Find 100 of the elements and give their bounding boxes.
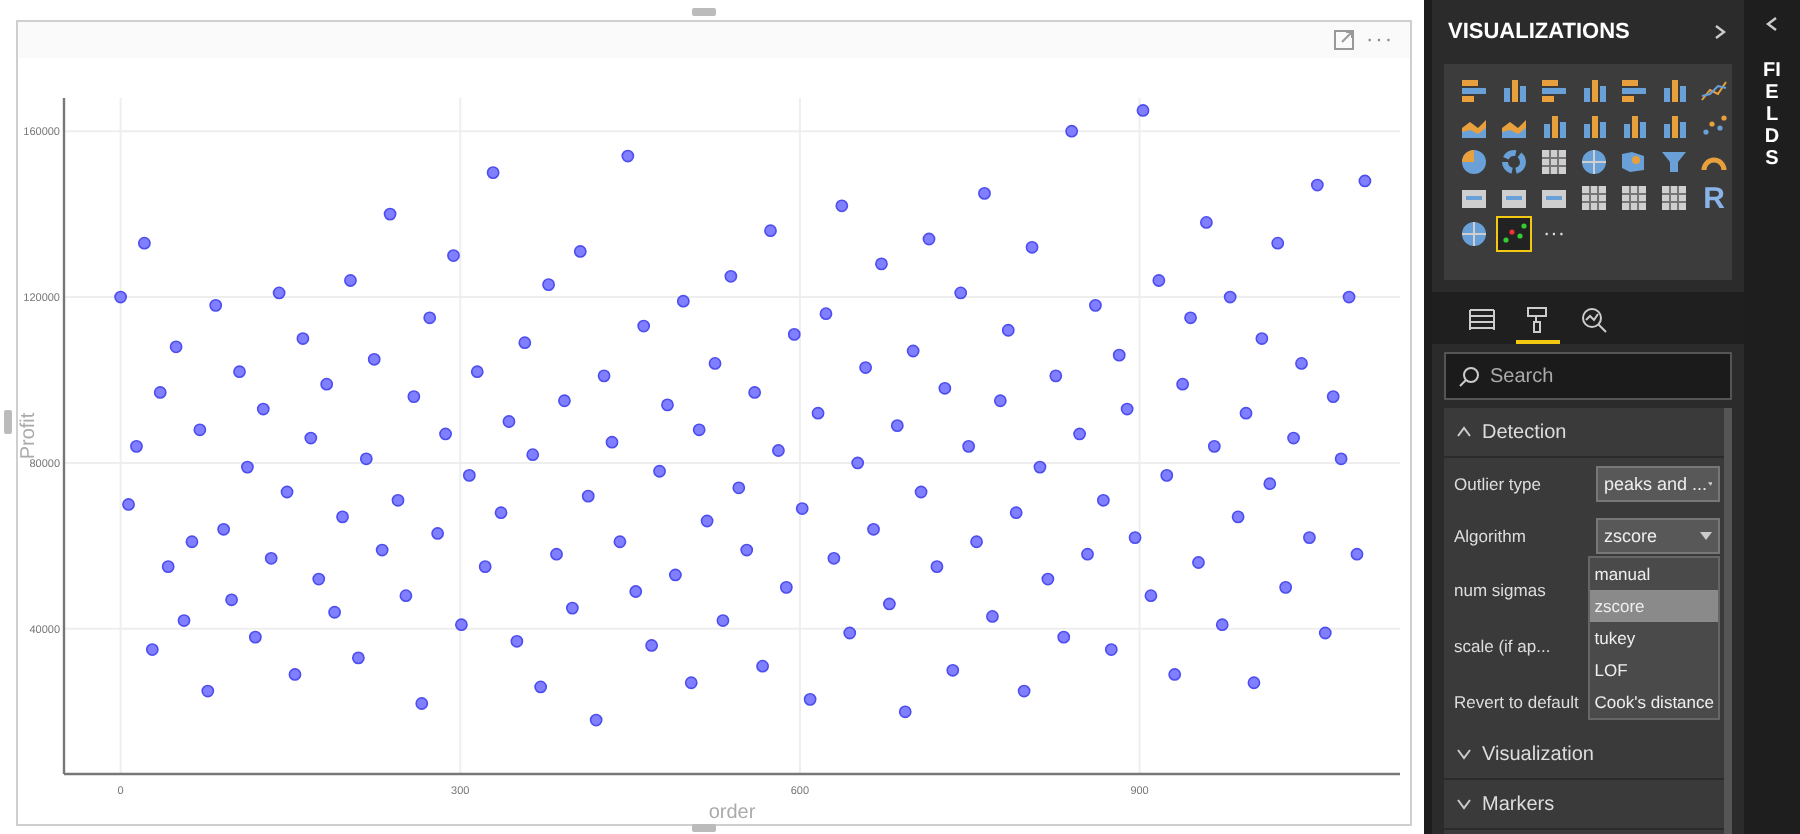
data-point [375, 543, 389, 557]
column-chart-icon[interactable] [1620, 112, 1648, 140]
column-chart-icon[interactable] [1540, 112, 1568, 140]
data-point [930, 560, 944, 574]
column-chart-icon[interactable] [1580, 112, 1608, 140]
data-point [280, 485, 294, 499]
data-point [1057, 630, 1071, 644]
data-point [550, 547, 563, 561]
data-point [993, 394, 1007, 408]
dropdown[interactable]: zscore [1596, 518, 1720, 554]
section-header[interactable]: Visualization [1444, 730, 1724, 780]
table-icon[interactable] [1540, 148, 1568, 176]
fields-pane-title[interactable]: FIELDS [1762, 60, 1782, 170]
data-point [1160, 469, 1174, 482]
menu-option[interactable]: Cook's distance [1590, 686, 1718, 718]
data-point [676, 294, 690, 308]
data-point [843, 626, 857, 640]
card-icon[interactable] [1500, 184, 1528, 212]
search-field[interactable]: Search [1490, 356, 1730, 396]
data-point [478, 560, 492, 574]
data-point [161, 560, 175, 574]
bar-chart-icon[interactable] [1540, 76, 1568, 104]
line-chart-icon[interactable] [1700, 76, 1728, 104]
table-icon[interactable] [1660, 184, 1688, 212]
data-point [1089, 298, 1102, 312]
data-point [970, 535, 983, 549]
setting-label: num sigmas [1454, 580, 1546, 600]
data-point [296, 332, 310, 345]
visual-type-button[interactable]: R [1703, 181, 1725, 215]
menu-option[interactable]: tukey [1590, 622, 1718, 654]
data-point [145, 643, 159, 656]
map-icon[interactable] [1620, 148, 1648, 176]
data-point [415, 697, 429, 710]
menu-option[interactable]: LOF [1590, 654, 1718, 686]
data-point [1112, 348, 1126, 362]
setting-label[interactable]: Revert to default [1454, 692, 1579, 712]
data-point [597, 369, 611, 383]
funnel-icon[interactable] [1660, 148, 1688, 176]
dropdown[interactable]: peaks and ... [1596, 466, 1720, 502]
data-point [922, 232, 936, 246]
data-point [962, 439, 976, 453]
globe-icon[interactable] [1460, 220, 1488, 248]
data-point [1104, 643, 1118, 656]
focus-mode-icon[interactable] [1334, 30, 1354, 50]
bar-chart-icon[interactable] [1460, 76, 1488, 104]
collapse-icon[interactable] [1712, 24, 1728, 40]
expand-icon[interactable] [1764, 16, 1780, 32]
data-point [748, 386, 762, 399]
data-point [177, 614, 191, 627]
more-visuals-button[interactable]: ··· [1543, 222, 1565, 246]
data-point [1073, 427, 1086, 441]
column-chart-icon[interactable] [1500, 76, 1528, 104]
card-icon[interactable] [1540, 184, 1568, 212]
column-chart-icon[interactable] [1660, 112, 1688, 140]
data-point [1303, 531, 1316, 544]
data-point [1318, 626, 1332, 640]
table-icon[interactable] [1620, 184, 1648, 212]
data-point [328, 605, 341, 619]
scatter-chart-icon[interactable] [1700, 112, 1728, 140]
data-point [764, 224, 777, 238]
resize-handle[interactable] [4, 410, 12, 434]
search-icon [1458, 365, 1480, 387]
column-chart-icon[interactable] [1660, 76, 1688, 104]
data-point [439, 427, 452, 441]
data-point [122, 498, 135, 511]
donut-chart-icon[interactable] [1500, 148, 1528, 176]
column-chart-icon[interactable] [1580, 76, 1608, 104]
data-point [447, 249, 460, 262]
setting-label: Algorithm [1454, 526, 1526, 546]
data-point [359, 452, 373, 466]
menu-option[interactable]: manual [1590, 558, 1718, 590]
data-point [502, 415, 516, 428]
resize-handle[interactable] [692, 824, 716, 832]
scatter-chart-icon[interactable] [1500, 220, 1528, 248]
data-point [241, 460, 254, 474]
data-point [581, 489, 595, 503]
data-point [209, 298, 223, 312]
data-point [431, 527, 445, 540]
pie-chart-icon[interactable] [1460, 148, 1488, 176]
data-point [1247, 676, 1261, 690]
resize-handle[interactable] [692, 8, 716, 16]
data-point [946, 663, 960, 677]
data-point [867, 522, 880, 536]
data-point [248, 630, 262, 644]
data-point [542, 278, 555, 292]
section-header[interactable]: Markers [1444, 780, 1724, 830]
data-point [233, 365, 246, 379]
data-point [1239, 406, 1253, 420]
card-icon[interactable] [1460, 184, 1488, 212]
data-point [1350, 547, 1364, 561]
data-point [645, 639, 658, 652]
section-header[interactable]: Detection [1444, 408, 1724, 458]
caret-icon [1707, 480, 1712, 488]
bar-chart-icon[interactable] [1620, 76, 1648, 104]
table-icon[interactable] [1580, 184, 1608, 212]
data-point [494, 506, 508, 520]
globe-icon[interactable] [1580, 148, 1608, 176]
search-box[interactable]: Search [1444, 352, 1732, 400]
data-point [391, 493, 405, 507]
data-point [637, 319, 651, 333]
